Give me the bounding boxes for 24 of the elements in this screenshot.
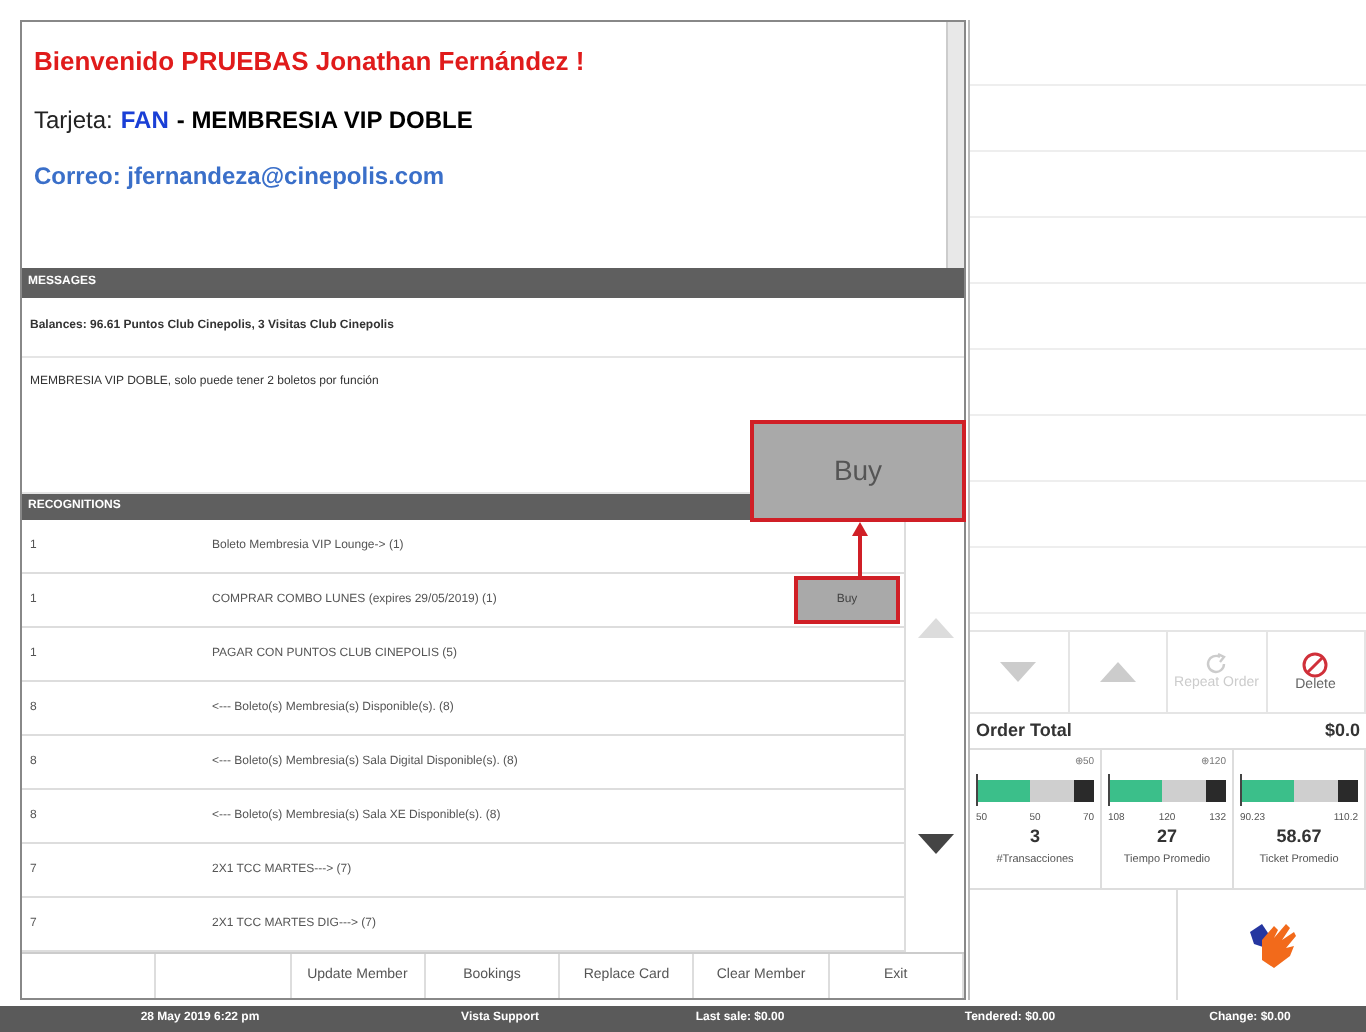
prohibited-icon <box>1302 651 1329 677</box>
target-block <box>1338 779 1358 801</box>
up-arrow-icon <box>1099 662 1136 682</box>
welcome-text: Bienvenido PRUEBAS Jonathan Fernández ! <box>34 44 587 80</box>
gauge-value: 3 <box>1027 824 1042 850</box>
card-label: Tarjeta: <box>34 103 113 137</box>
scrollbar[interactable] <box>946 22 964 268</box>
target-block <box>1074 779 1094 801</box>
up-arrow-icon <box>917 618 953 638</box>
order-total-value: $0.0 <box>1324 717 1360 744</box>
callout-arrow <box>850 522 870 582</box>
email-text: Correo: jfernandeza@cinepolis.com <box>34 159 447 193</box>
order-total-label: Order Total <box>976 717 1072 744</box>
refresh-icon <box>1204 652 1229 676</box>
gauge-value: 58.67 <box>1274 824 1324 850</box>
card-type: FAN <box>120 103 169 137</box>
down-arrow-icon <box>917 834 953 854</box>
down-arrow-icon <box>1000 662 1037 682</box>
baseline-mark <box>1108 774 1110 806</box>
gauge-value: 27 <box>1154 824 1179 850</box>
card-name: - MEMBRESIA VIP DOBLE <box>176 103 473 137</box>
baseline-mark <box>1240 774 1242 806</box>
baseline-mark <box>976 774 978 806</box>
target-block <box>1206 779 1226 801</box>
